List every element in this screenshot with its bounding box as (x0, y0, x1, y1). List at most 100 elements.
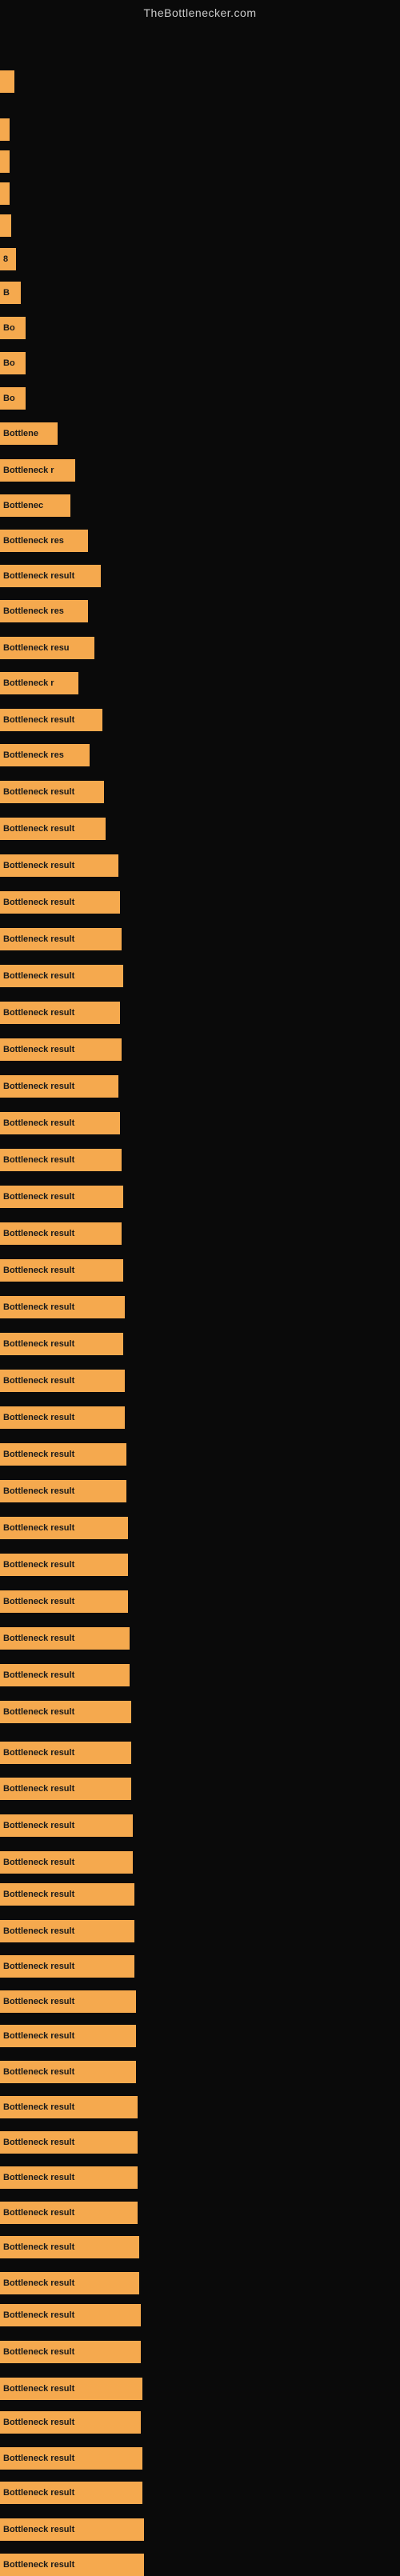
bar-label: Bottleneck result (3, 2560, 74, 2570)
bar-label: Bottleneck r (3, 678, 54, 688)
bar-label: B (3, 288, 10, 298)
bar-item (0, 118, 10, 141)
bar-item: 8 (0, 248, 16, 270)
bar-label: Bottleneck result (3, 1707, 74, 1717)
bar-label: Bottleneck result (3, 1926, 74, 1936)
bar-label: Bottleneck result (3, 1229, 74, 1238)
bar-label: Bottleneck result (3, 971, 74, 981)
bar-item: Bottleneck result (0, 565, 101, 587)
bar-item: Bottleneck result (0, 1002, 120, 1024)
bar-label: Bottleneck result (3, 1008, 74, 1018)
bar-item: Bo (0, 317, 26, 339)
bar-item: B (0, 282, 21, 304)
bar-label: Bottleneck result (3, 1413, 74, 1422)
bar-item: Bottlene (0, 422, 58, 445)
bar-label: Bottleneck result (3, 1266, 74, 1275)
bar-label: Bottleneck result (3, 2138, 74, 2147)
bar-label: Bottleneck result (3, 1634, 74, 1643)
bar-item: Bottleneck r (0, 672, 78, 694)
bar-label: Bottleneck result (3, 1597, 74, 1606)
bar-item: Bottleneck result (0, 2341, 141, 2363)
bar-label: Bottlenec (3, 501, 43, 510)
bar-item: Bottleneck result (0, 1186, 123, 1208)
bar-item: Bottleneck result (0, 2447, 142, 2470)
bar-label: Bottleneck result (3, 2347, 74, 2357)
bar-item: Bottleneck result (0, 1590, 128, 1613)
bar-label: Bottleneck result (3, 861, 74, 870)
bar-item: Bottleneck result (0, 1480, 126, 1502)
bar-label: Bottleneck result (3, 934, 74, 944)
bar-label: Bo (3, 394, 15, 403)
bar-item: Bottleneck result (0, 2166, 138, 2189)
bar-item: Bottlenec (0, 494, 70, 517)
bar-label: Bo (3, 323, 15, 333)
bar-label: Bottleneck result (3, 2488, 74, 2498)
bar-label: Bottleneck result (3, 1962, 74, 1971)
bar-item: Bottleneck result (0, 965, 123, 987)
bar-label: Bottleneck result (3, 2525, 74, 2534)
bar-label: Bottleneck result (3, 1302, 74, 1312)
bar-item: Bottleneck result (0, 1627, 130, 1650)
bar-item: Bottleneck result (0, 1920, 134, 1942)
bar-item (0, 182, 10, 205)
bar-item: Bo (0, 387, 26, 410)
bar-item: Bottleneck result (0, 2482, 142, 2504)
bar-label: Bottleneck result (3, 1748, 74, 1758)
bar-item: Bottleneck result (0, 1038, 122, 1061)
bar-item: Bottleneck r (0, 459, 75, 482)
bar-item: Bottleneck result (0, 1333, 123, 1355)
bar-label: Bottleneck res (3, 606, 64, 616)
bar-item: Bottleneck result (0, 1554, 128, 1576)
bar-item: Bottleneck result (0, 1296, 125, 1318)
bar-label: Bottleneck result (3, 1045, 74, 1054)
bar-item: Bottleneck result (0, 2518, 144, 2541)
bar-item: Bottleneck result (0, 854, 118, 877)
bar-label: Bottleneck res (3, 750, 64, 760)
bar-label: Bottleneck result (3, 1082, 74, 1091)
bar-item: Bottleneck result (0, 1883, 134, 1906)
bar-label: Bottleneck result (3, 2454, 74, 2463)
bar-label: Bottleneck result (3, 2173, 74, 2182)
bar-item: Bottleneck result (0, 1406, 125, 1429)
bar-label: Bottleneck result (3, 2067, 74, 2077)
bar-label: Bottleneck result (3, 1192, 74, 1202)
bar-label: Bottleneck result (3, 571, 74, 581)
bar-label: Bottleneck result (3, 824, 74, 834)
bar-label: Bo (3, 358, 15, 368)
bar-item: Bottleneck result (0, 1112, 120, 1134)
bar-label: Bottleneck result (3, 1486, 74, 1496)
bar-item: Bottleneck result (0, 1149, 122, 1171)
bar-label: Bottleneck result (3, 787, 74, 797)
bar-item: Bottleneck res (0, 530, 88, 552)
bar-item: Bottleneck result (0, 1370, 125, 1392)
bar-label: Bottleneck result (3, 1339, 74, 1349)
bar-item: Bottleneck result (0, 2304, 141, 2326)
bar-item: Bottleneck result (0, 1664, 130, 1686)
bar-label: Bottleneck result (3, 2278, 74, 2288)
bar-label: Bottleneck result (3, 2031, 74, 2041)
bar-item: Bottleneck result (0, 781, 104, 803)
bar-label: Bottleneck result (3, 1560, 74, 1570)
bar-label: Bottleneck result (3, 898, 74, 907)
bar-item: Bottleneck result (0, 1517, 128, 1539)
bar-item: Bottleneck result (0, 2202, 138, 2224)
bar-item: Bottleneck result (0, 2096, 138, 2118)
bar-item: Bottleneck result (0, 1778, 131, 1800)
bar-label: Bottleneck result (3, 2102, 74, 2112)
bar-item (0, 70, 14, 93)
bar-item: Bottleneck result (0, 1990, 136, 2013)
bar-item: Bottleneck result (0, 891, 120, 914)
bar-label: Bottleneck result (3, 1523, 74, 1533)
bar-label: Bottleneck result (3, 2384, 74, 2394)
bar-item: Bottleneck result (0, 2272, 139, 2294)
bar-label: 8 (3, 254, 8, 264)
bar-item: Bottleneck result (0, 1075, 118, 1098)
bar-item: Bottleneck result (0, 1222, 122, 1245)
bar-label: Bottleneck resu (3, 643, 70, 653)
bar-item: Bottleneck result (0, 1701, 131, 1723)
site-title: TheBottlenecker.com (0, 0, 400, 19)
bar-item: Bottleneck result (0, 1851, 133, 1874)
bar-item: Bottleneck res (0, 600, 88, 622)
bar-item (0, 214, 11, 237)
bar-label: Bottleneck result (3, 2310, 74, 2320)
